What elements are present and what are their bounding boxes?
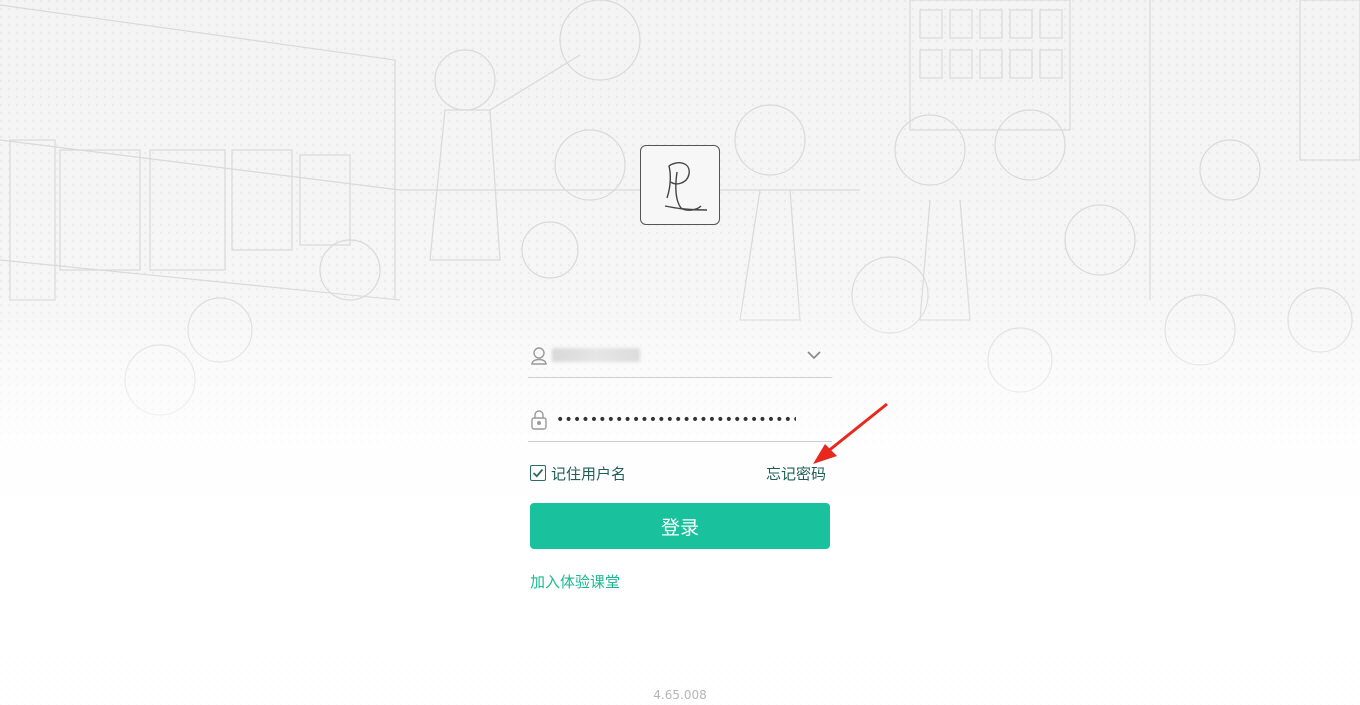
username-value-blurred (552, 348, 640, 362)
login-button[interactable]: 登录 (530, 503, 830, 549)
chevron-down-icon[interactable] (806, 347, 822, 363)
pl-logo-icon (664, 162, 708, 211)
app-logo (640, 145, 720, 225)
username-field[interactable] (528, 337, 832, 378)
version-label: 4.65.008 (653, 688, 707, 702)
user-icon (531, 347, 547, 365)
password-field[interactable] (528, 401, 832, 442)
lock-icon (531, 410, 547, 430)
annotation-arrow-icon (813, 402, 888, 464)
join-trial-class-link[interactable]: 加入体验课堂 (530, 571, 620, 592)
remember-username[interactable]: 记住用户名 (530, 463, 626, 483)
remember-label: 记住用户名 (551, 464, 627, 483)
password-input[interactable] (556, 407, 796, 433)
check-icon (532, 468, 544, 478)
remember-checkbox[interactable] (530, 465, 546, 481)
